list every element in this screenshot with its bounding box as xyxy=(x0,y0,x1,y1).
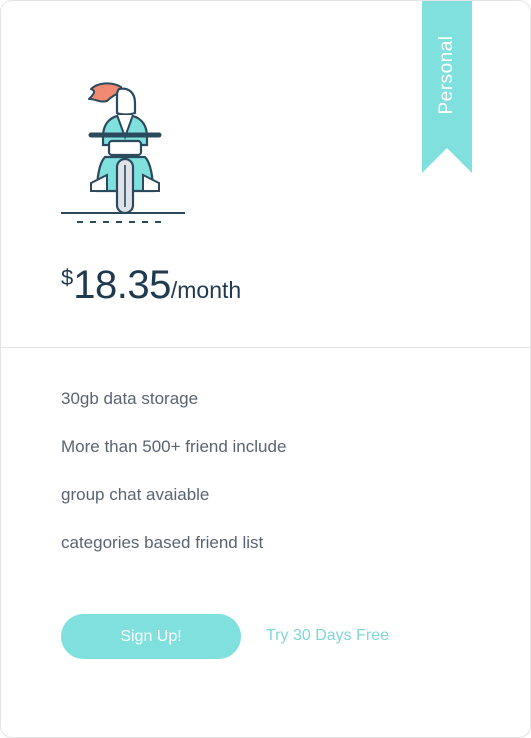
price-amount: 18.35 xyxy=(73,263,171,307)
feature-item: 30gb data storage xyxy=(61,389,199,408)
price-currency: $ xyxy=(61,265,74,290)
scooter-rider-illustration xyxy=(59,79,189,229)
sign-up-button[interactable]: Sign Up! xyxy=(61,614,241,659)
feature-item: group chat avaiable xyxy=(61,485,210,504)
plan-name: Personal xyxy=(436,35,457,115)
plan-price: $18.35/month xyxy=(61,263,241,308)
plan-ribbon: Personal xyxy=(422,1,472,173)
feature-item: More than 500+ friend include xyxy=(61,437,287,456)
price-period: /month xyxy=(170,277,242,303)
pricing-card: Personal $18.35/month 30gb data storage … xyxy=(0,0,531,738)
card-divider xyxy=(1,347,530,348)
feature-list: 30gb data storage More than 500+ friend … xyxy=(61,389,286,581)
free-trial-link[interactable]: Try 30 Days Free xyxy=(266,627,389,645)
feature-item: categories based friend list xyxy=(61,533,264,552)
